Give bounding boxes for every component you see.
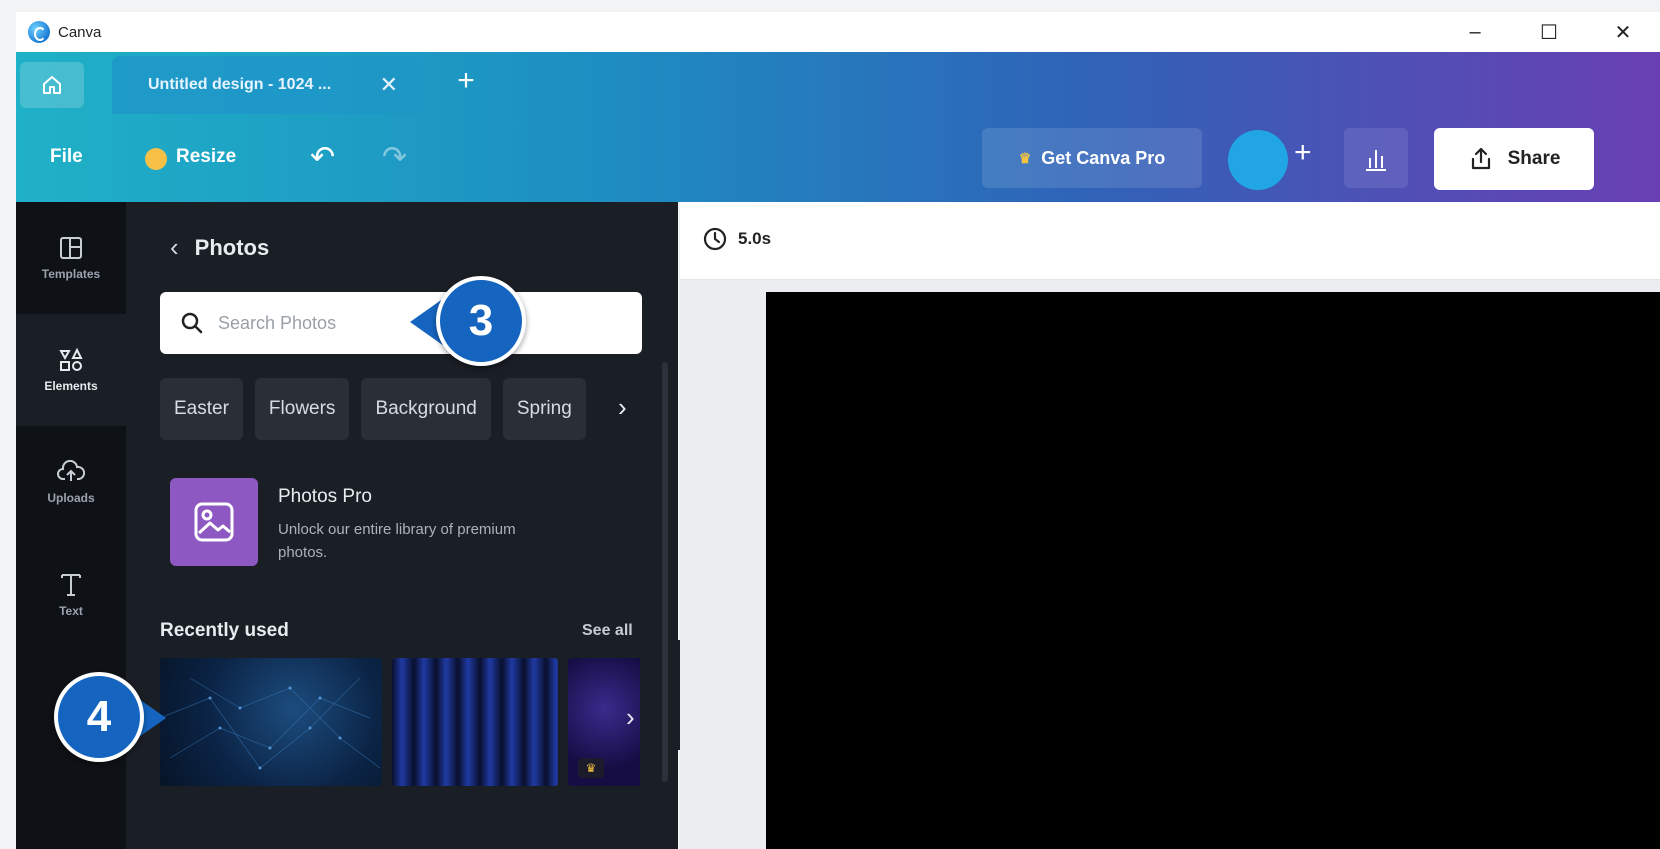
page-duration[interactable]: 5.0s bbox=[702, 226, 771, 252]
canva-window: Canva – ☐ ✕ Untitled design - 1024 ... ✕… bbox=[0, 0, 1660, 849]
resize-button[interactable]: Resize bbox=[176, 146, 236, 168]
share-icon bbox=[1471, 147, 1490, 170]
rail-item-uploads[interactable]: Uploads bbox=[16, 426, 126, 538]
rail-label-uploads: Uploads bbox=[47, 491, 95, 505]
uploads-icon bbox=[57, 459, 85, 481]
get-canva-pro-button[interactable]: ♛ Get Canva Pro bbox=[982, 128, 1202, 188]
maximize-button[interactable]: ☐ bbox=[1512, 12, 1586, 52]
duration-value: 5.0s bbox=[738, 229, 772, 248]
chip-easter[interactable]: Easter bbox=[160, 378, 243, 440]
close-tab-icon[interactable]: ✕ bbox=[380, 72, 398, 98]
avatar[interactable] bbox=[1228, 130, 1288, 190]
elements-icon bbox=[59, 347, 83, 371]
network-pattern bbox=[160, 677, 381, 770]
chevron-right-icon[interactable]: › bbox=[618, 392, 627, 423]
panel-title: Photos bbox=[194, 234, 270, 260]
photos-pro-card[interactable]: Photos Pro Unlock our entire library of … bbox=[170, 478, 538, 566]
photos-pro-thumbnail bbox=[170, 478, 258, 566]
rail-label-elements: Elements bbox=[44, 379, 98, 393]
app-name: Canva bbox=[58, 23, 102, 41]
crown-icon: ♛ bbox=[1018, 149, 1032, 166]
photos-pro-text: Photos Pro Unlock our entire library of … bbox=[278, 486, 538, 566]
home-icon bbox=[43, 76, 61, 94]
templates-icon bbox=[60, 237, 82, 259]
recently-used-heading: Recently used bbox=[160, 620, 289, 641]
new-tab-button[interactable]: + bbox=[448, 64, 484, 100]
recent-photo-2[interactable] bbox=[392, 658, 558, 786]
redo-icon[interactable]: ↷ bbox=[382, 140, 407, 175]
recent-next-chevron-icon[interactable]: › bbox=[626, 702, 635, 733]
rail-item-text[interactable]: Text bbox=[16, 538, 126, 650]
chip-background[interactable]: Background bbox=[361, 378, 491, 440]
document-tab[interactable]: Untitled design - 1024 ... ✕ bbox=[112, 56, 422, 114]
callout-badge-3: 3 bbox=[436, 276, 526, 366]
photos-pro-title: Photos Pro bbox=[278, 486, 372, 507]
callout-step-3: 3 bbox=[410, 276, 526, 366]
crown-icon bbox=[145, 148, 167, 170]
category-chips: Easter Flowers Background Spring bbox=[160, 378, 586, 440]
design-canvas[interactable] bbox=[766, 292, 1660, 849]
top-bar: Untitled design - 1024 ... ✕ + File Resi… bbox=[16, 52, 1660, 202]
rail-label-text: Text bbox=[59, 604, 83, 618]
tabs-row: Untitled design - 1024 ... ✕ + bbox=[16, 52, 1660, 114]
recent-photos-row: ♛ bbox=[160, 658, 640, 788]
share-label: Share bbox=[1507, 148, 1561, 169]
canvas-top-bar: 5.0s bbox=[680, 202, 1660, 280]
chip-flowers[interactable]: Flowers bbox=[254, 378, 350, 440]
text-icon bbox=[61, 574, 81, 596]
panel-scrollbar[interactable] bbox=[662, 362, 668, 782]
rail-label-templates: Templates bbox=[41, 267, 101, 281]
see-all-link[interactable]: See all bbox=[582, 622, 633, 640]
pro-crown-icon: ♛ bbox=[578, 758, 604, 778]
search-icon bbox=[181, 312, 203, 334]
insights-button[interactable] bbox=[1344, 128, 1408, 188]
add-collaborator-button[interactable]: + bbox=[1294, 136, 1312, 170]
document-tab-title: Untitled design - 1024 ... bbox=[148, 76, 332, 93]
file-menu[interactable]: File bbox=[50, 146, 83, 168]
undo-icon[interactable]: ↶ bbox=[310, 140, 335, 175]
panel-header: ‹ Photos bbox=[170, 232, 269, 263]
home-tab[interactable] bbox=[20, 62, 84, 108]
callout-badge-4: 4 bbox=[54, 672, 144, 762]
share-button[interactable]: Share bbox=[1434, 128, 1594, 190]
get-canva-pro-label: Get Canva Pro bbox=[1041, 147, 1166, 168]
back-chevron-icon[interactable]: ‹ bbox=[170, 232, 179, 263]
minimize-button[interactable]: – bbox=[1438, 12, 1512, 52]
search-box[interactable] bbox=[160, 292, 642, 354]
photos-pro-description: Unlock our entire library of premium pho… bbox=[278, 521, 516, 562]
photos-panel: ‹ Photos Easter Flowers Background Sprin… bbox=[126, 202, 678, 849]
rail-item-elements[interactable]: Elements bbox=[16, 314, 126, 426]
window-controls: – ☐ ✕ bbox=[1438, 12, 1660, 52]
image-icon bbox=[194, 502, 234, 542]
recent-photo-1[interactable] bbox=[160, 658, 382, 786]
title-bar: Canva – ☐ ✕ bbox=[16, 12, 1660, 52]
editor-toolbar: File Resize ↶ ↷ ♛ Get Canva Pro + Share bbox=[16, 114, 1660, 202]
chip-spring[interactable]: Spring bbox=[502, 378, 586, 440]
rail-item-templates[interactable]: Templates bbox=[16, 202, 126, 314]
bar-chart-icon bbox=[1366, 150, 1386, 171]
close-window-button[interactable]: ✕ bbox=[1586, 12, 1660, 52]
clock-icon bbox=[703, 227, 727, 251]
callout-step-4: 4 bbox=[54, 672, 166, 762]
canva-logo-icon bbox=[28, 21, 50, 43]
